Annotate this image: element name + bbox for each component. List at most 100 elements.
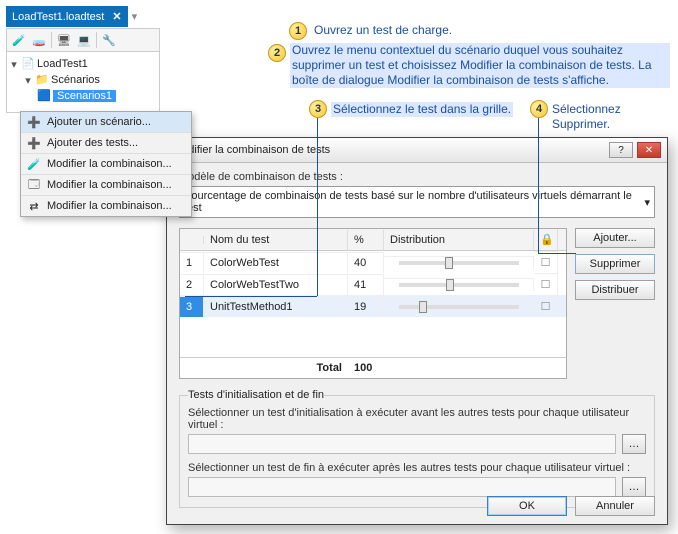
table-row[interactable]: 1 ColorWebTest 40 ☐	[180, 251, 566, 273]
model-dropdown-value: Pourcentage de combinaison de tests basé…	[184, 190, 644, 214]
help-button[interactable]: ?	[609, 142, 633, 158]
context-label: Ajouter des tests...	[47, 137, 138, 149]
table-row[interactable]: 2 ColorWebTestTwo 41 ☐	[180, 273, 566, 295]
grid-header: Nom du test % Distribution 🔒	[180, 229, 566, 251]
row-index: 1	[180, 252, 204, 273]
grid-total-row: Total 100	[180, 357, 566, 378]
init-test-field[interactable]	[188, 434, 616, 454]
project-icon: 📄	[21, 57, 35, 71]
row-name: ColorWebTestTwo	[204, 274, 348, 295]
flask-icon: 🧪	[27, 157, 41, 171]
step-2-badge: 2	[268, 44, 286, 62]
connector-3	[317, 116, 318, 296]
tab-overflow-icon[interactable]: ▾	[132, 10, 138, 23]
tree-root-label: LoadTest1	[37, 58, 88, 70]
col-name[interactable]: Nom du test	[204, 230, 348, 250]
context-label: Ajouter un scénario...	[47, 116, 151, 128]
lock-checkbox[interactable]: ☐	[534, 251, 558, 273]
row-percent[interactable]: 40	[348, 252, 384, 273]
new-icon[interactable]: 🧪	[11, 32, 27, 48]
context-item-add-tests[interactable]: ➕ Ajouter des tests...	[21, 133, 191, 154]
row-name: ColorWebTest	[204, 252, 348, 273]
connector-3-h	[185, 296, 317, 297]
tab-label: LoadTest1.loadtest	[12, 11, 104, 23]
test-tree: ▾ 📄 LoadTest1 ▾ 📁 Scénarios 🟦 Scenarios1	[6, 52, 160, 113]
table-row-selected[interactable]: 3 UnitTestMethod1 19 ☐	[180, 295, 566, 317]
col-percent[interactable]: %	[348, 230, 384, 250]
test-grid: Nom du test % Distribution 🔒 1 ColorWebT…	[179, 228, 567, 379]
row-name: UnitTestMethod1	[204, 296, 348, 317]
row-percent[interactable]: 41	[348, 274, 384, 295]
end-test-field[interactable]	[188, 477, 616, 497]
folder-icon: 📁	[35, 73, 49, 87]
network-icon: ⇄	[27, 199, 41, 213]
add-icon: ➕	[27, 115, 41, 129]
edit-mix-dialog: Modifier la combinaison de tests ? ✕ Mod…	[166, 137, 668, 525]
context-label: Modifier la combinaison...	[47, 200, 172, 212]
document-tab[interactable]: LoadTest1.loadtest ✕	[6, 6, 128, 27]
separator	[51, 32, 52, 48]
row-slider[interactable]	[384, 300, 534, 313]
browser-icon: 🗔	[27, 178, 41, 192]
connector-4	[538, 116, 539, 253]
row-index: 2	[180, 274, 204, 295]
init-label: Sélectionner un test d'initialisation à …	[188, 407, 646, 431]
distribute-button[interactable]: Distribuer	[575, 280, 655, 300]
total-value: 100	[348, 358, 384, 378]
mix-icon[interactable]: 🧫	[31, 32, 47, 48]
row-percent[interactable]: 19	[348, 296, 384, 317]
monitor-icon[interactable]: 💻	[76, 32, 92, 48]
dialog-title: Modifier la combinaison de tests	[173, 144, 330, 156]
lock-checkbox[interactable]: ☐	[534, 295, 558, 317]
total-label: Total	[204, 358, 348, 378]
collapse-icon[interactable]: ▾	[23, 74, 33, 87]
row-header-blank	[180, 236, 204, 244]
separator	[96, 32, 97, 48]
toolbar: 🧪 🧫 🖥 💻 🔧	[6, 28, 160, 52]
step-1-text: Ouvrez un test de charge.	[314, 23, 654, 38]
tree-selected-label: Scenarios1	[53, 90, 116, 102]
model-dropdown[interactable]: Pourcentage de combinaison de tests basé…	[179, 186, 655, 218]
end-label: Sélectionner un test de fin à exécuter a…	[188, 462, 646, 474]
context-menu: ➕ Ajouter un scénario... ➕ Ajouter des t…	[20, 111, 192, 217]
step-3-badge: 3	[309, 100, 327, 118]
init-legend: Tests d'initialisation et de fin	[188, 389, 324, 401]
model-label: Modèle de combinaison de tests :	[179, 171, 655, 183]
context-label: Modifier la combinaison...	[47, 158, 172, 170]
step-3-text: Sélectionnez le test dans la grille.	[331, 102, 513, 117]
step-4-badge: 4	[530, 100, 548, 118]
remove-button[interactable]: Supprimer	[575, 254, 655, 274]
title-bar: Modifier la combinaison de tests ? ✕	[167, 138, 667, 163]
init-browse-button[interactable]: …	[622, 434, 646, 454]
end-browse-button[interactable]: …	[622, 477, 646, 497]
tree-root[interactable]: ▾ 📄 LoadTest1	[9, 56, 157, 72]
close-button[interactable]: ✕	[637, 142, 661, 158]
col-dist[interactable]: Distribution	[384, 230, 534, 250]
tree-folder[interactable]: ▾ 📁 Scénarios	[23, 72, 157, 88]
connector-4-h	[538, 253, 576, 254]
tree-folder-label: Scénarios	[51, 74, 100, 86]
ok-button[interactable]: OK	[487, 496, 567, 516]
add-test-icon: ➕	[27, 136, 41, 150]
init-end-group: Tests d'initialisation et de fin Sélecti…	[179, 389, 655, 508]
chevron-down-icon: ▾	[644, 196, 650, 209]
row-index: 3	[180, 296, 204, 317]
context-item-edit-mix-1[interactable]: 🧪 Modifier la combinaison...	[21, 154, 191, 175]
counter-icon[interactable]: 🖥	[56, 32, 72, 48]
context-item-add-scenario[interactable]: ➕ Ajouter un scénario...	[21, 112, 191, 133]
add-button[interactable]: Ajouter...	[575, 228, 655, 248]
tree-scenario-selected[interactable]: 🟦 Scenarios1	[37, 88, 157, 104]
collapse-icon[interactable]: ▾	[9, 58, 19, 71]
context-label: Modifier la combinaison...	[47, 179, 172, 191]
step-4-text: Sélectionnez Supprimer.	[552, 102, 678, 132]
context-item-edit-mix-2[interactable]: 🗔 Modifier la combinaison...	[21, 175, 191, 196]
row-slider[interactable]	[384, 256, 534, 269]
context-item-edit-mix-3[interactable]: ⇄ Modifier la combinaison...	[21, 196, 191, 216]
close-icon[interactable]: ✕	[112, 10, 121, 23]
settings-icon[interactable]: 🔧	[101, 32, 117, 48]
row-slider[interactable]	[384, 278, 534, 291]
cancel-button[interactable]: Annuler	[575, 496, 655, 516]
step-1-badge: 1	[289, 22, 307, 40]
scenario-icon: 🟦	[37, 89, 51, 103]
lock-checkbox[interactable]: ☐	[534, 273, 558, 295]
